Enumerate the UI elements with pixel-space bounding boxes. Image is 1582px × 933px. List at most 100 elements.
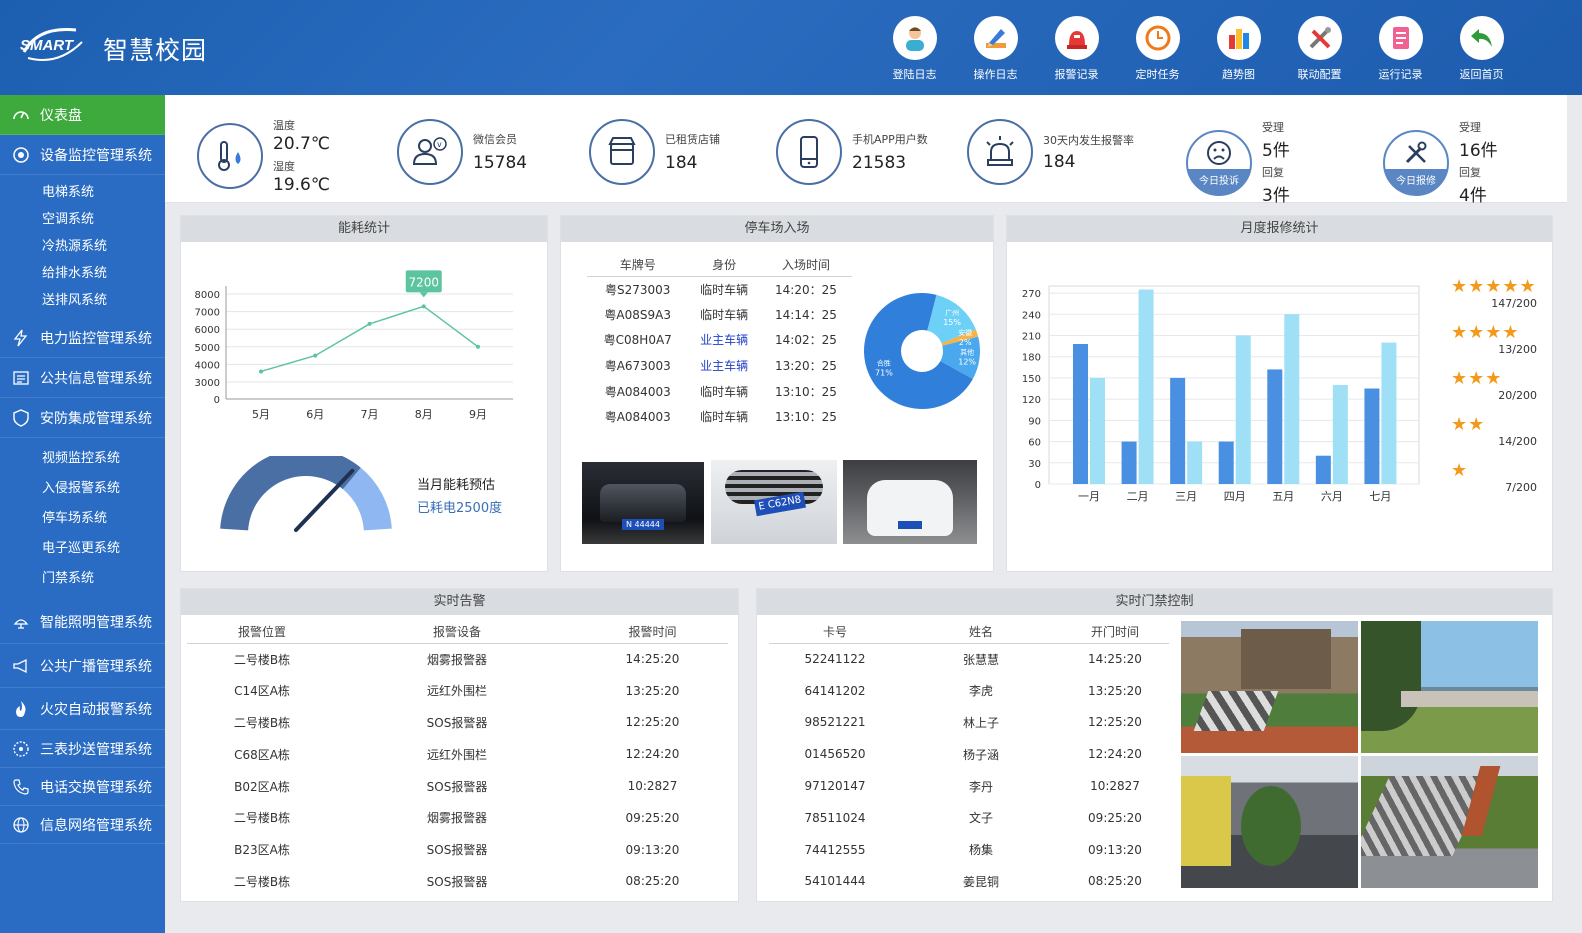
- sidebar-item-meter[interactable]: 三表抄送管理系统: [0, 730, 165, 768]
- table-cell: 二号楼B栋: [233, 652, 291, 667]
- data-point: [421, 304, 426, 309]
- table-row[interactable]: 52241122 张慧慧 14:25:20: [769, 643, 1169, 675]
- col-entry-time: 入场时间: [759, 254, 852, 277]
- nav-run-records[interactable]: 运行记录: [1360, 16, 1441, 82]
- sidebar-subitem-elevator[interactable]: 电梯系统: [0, 179, 165, 206]
- sidebar-subitem-patrol[interactable]: 电子巡更系统: [0, 534, 165, 564]
- nav-linkage-config[interactable]: 联动配置: [1279, 16, 1360, 82]
- rating-row: ★★★★★ 147/200: [1451, 276, 1547, 322]
- sidebar-item-label: 公共广播管理系统: [40, 658, 152, 675]
- camera-feed-2[interactable]: [1361, 621, 1538, 753]
- complaint-badge[interactable]: 今日投诉: [1186, 129, 1252, 196]
- table-cell: 09:13:20: [625, 842, 680, 857]
- car-photo-1[interactable]: N 44444: [582, 462, 704, 544]
- shop-icon: [589, 119, 655, 185]
- return-arrow-icon: [1459, 16, 1504, 60]
- sidebar-subitem-heat-source[interactable]: 冷热源系统: [0, 233, 165, 260]
- table-row[interactable]: C68区A栋 远红外围栏 12:24:20: [187, 738, 728, 770]
- table-cell: SOS报警器: [426, 715, 488, 730]
- sidebar-subitem-video[interactable]: 视频监控系统: [0, 444, 165, 474]
- table-cell: 14:25:20: [625, 652, 680, 667]
- table-row[interactable]: 64141202 李虎 13:25:20: [769, 675, 1169, 707]
- bar: [1121, 441, 1137, 484]
- table-row[interactable]: 74412555 杨集 09:13:20: [769, 834, 1169, 866]
- table-row[interactable]: 54101444 姜昆铜 08:25:20: [769, 866, 1169, 898]
- repair-badge[interactable]: 今日报修: [1383, 129, 1449, 196]
- sidebar-subitem-ventilation[interactable]: 送排风系统: [0, 287, 165, 314]
- globe-icon: [11, 815, 31, 835]
- col-name: 姓名: [901, 621, 1061, 644]
- nav-scheduled-tasks[interactable]: 定时任务: [1117, 16, 1198, 82]
- nav-alarm-records[interactable]: 报警记录: [1036, 16, 1117, 82]
- x-tick-label: 8月: [415, 408, 433, 421]
- table-row[interactable]: 粤A084003 临时车辆 13:10：25: [587, 378, 852, 404]
- app-users-value: 21583: [852, 153, 907, 173]
- table-cell: 12:25:20: [1088, 715, 1142, 730]
- nav-trend-chart[interactable]: 趋势图: [1198, 16, 1279, 82]
- nav-label: 定时任务: [1135, 68, 1180, 81]
- pencil-icon: [973, 16, 1018, 60]
- table-row[interactable]: 98521221 林上子 12:25:20: [769, 707, 1169, 739]
- sidebar-item-network[interactable]: 信息网络管理系统: [0, 806, 165, 844]
- table-row[interactable]: 二号楼B栋 烟雾报警器 09:25:20: [187, 802, 728, 834]
- table-row[interactable]: 粤C08H0A7 业主车辆 14:02：25: [587, 327, 852, 353]
- sidebar-item-fire[interactable]: 火灾自动报警系统: [0, 688, 165, 730]
- energy-line-chart: 0 3000 4000 5000 6000 7000 8000 5月 6月 7月 8月 9月 7200: [195, 270, 513, 421]
- table-cell: 08:25:20: [625, 874, 680, 889]
- table-cell: 粤A673003: [604, 359, 671, 374]
- table-row[interactable]: 二号楼B栋 SOS报警器 08:25:20: [187, 866, 728, 898]
- sidebar-subitem-intrusion[interactable]: 入侵报警系统: [0, 474, 165, 504]
- sidebar-subitem-access[interactable]: 门禁系统: [0, 564, 165, 594]
- sidebar-subitem-parking[interactable]: 停车场系统: [0, 504, 165, 534]
- sidebar-item-phone[interactable]: 电话交换管理系统: [0, 768, 165, 806]
- table-row[interactable]: B23区A栋 SOS报警器 09:13:20: [187, 834, 728, 866]
- table-row[interactable]: C14区A栋 远红外围栏 13:25:20: [187, 675, 728, 707]
- y-tick-label: 5000: [195, 343, 220, 354]
- table-row[interactable]: 粤A08S9A3 临时车辆 14:14：25: [587, 302, 852, 328]
- table-row[interactable]: 二号楼B栋 SOS报警器 12:25:20: [187, 707, 728, 739]
- table-row[interactable]: 78511024 文子 09:25:20: [769, 802, 1169, 834]
- humidity-label: 湿度: [273, 160, 295, 173]
- table-cell: 10:2827: [1090, 779, 1140, 794]
- table-cell: 临时车辆: [700, 282, 749, 297]
- nav-return-home[interactable]: 返回首页: [1441, 16, 1522, 82]
- sidebar-subitem-aircon[interactable]: 空调系统: [0, 206, 165, 233]
- camera-feed-4[interactable]: [1361, 756, 1538, 888]
- sidebar-subitem-water[interactable]: 给排水系统: [0, 260, 165, 287]
- sidebar-item-broadcast[interactable]: 公共广播管理系统: [0, 644, 165, 688]
- bar: [1284, 314, 1300, 484]
- sidebar-item-lighting[interactable]: 智能照明管理系统: [0, 600, 165, 644]
- col-card-no: 卡号: [769, 621, 901, 644]
- users-icon: v: [397, 119, 463, 185]
- table-row[interactable]: 粤A673003 业主车辆 13:20：25: [587, 353, 852, 379]
- gauge-title: 当月能耗预估: [417, 478, 496, 493]
- table-row[interactable]: 二号楼B栋 烟雾报警器 14:25:20: [187, 643, 728, 675]
- table-row[interactable]: 粤S273003 临时车辆 14:20：25: [587, 276, 852, 302]
- y-tick-label: 3000: [195, 378, 220, 389]
- table-row[interactable]: 粤A084003 临时车辆 13:10：25: [587, 404, 852, 430]
- sidebar-item-dashboard[interactable]: 仪表盘: [0, 95, 165, 135]
- car-photo-2[interactable]: E C62N8: [711, 460, 837, 544]
- stat-temp-humidity: 温度 20.7℃ 湿度 19.6℃: [197, 117, 330, 195]
- nav-login-log[interactable]: 登陆日志: [874, 16, 955, 82]
- camera-feed-3[interactable]: [1181, 756, 1358, 888]
- sidebar-item-info[interactable]: 公共信息管理系统: [0, 358, 165, 398]
- camera-feed-1[interactable]: [1181, 621, 1358, 753]
- nav-operation-log[interactable]: 操作日志: [955, 16, 1036, 82]
- nav-label: 登陆日志: [892, 68, 937, 81]
- sidebar-item-power[interactable]: 电力监控管理系统: [0, 318, 165, 358]
- sidebar-item-security[interactable]: 安防集成管理系统: [0, 398, 165, 438]
- alarm-panel: 实时告警 报警位置 报警设备 报警时间 二号楼B栋 烟雾报警器 14:25:20 C1…: [180, 588, 739, 902]
- slice-value: 2%: [959, 338, 972, 347]
- col-alarm-location: 报警位置: [187, 621, 337, 644]
- table-row[interactable]: 01456520 杨子涵 12:24:20: [769, 738, 1169, 770]
- stat-wechat-members: v 微信会员 15784: [397, 119, 527, 185]
- access-table: 卡号 姓名 开门时间 52241122 张慧慧 14:25:20 64141202 李虎…: [769, 621, 1169, 897]
- sidebar-item-device-monitor[interactable]: 设备监控管理系统: [0, 135, 165, 175]
- table-row[interactable]: B02区A栋 SOS报警器 10:2827: [187, 770, 728, 802]
- table-cell: 13:25:20: [1088, 683, 1142, 698]
- car-photo-3[interactable]: [843, 460, 977, 544]
- sidebar: 仪表盘 设备监控管理系统 电梯系统 空调系统 冷热源系统 给排水系统 送排风系统…: [0, 95, 165, 933]
- stats-bar: 温度 20.7℃ 湿度 19.6℃ v 微信会员 15784 已租赁店铺 184 手机AP…: [165, 95, 1567, 206]
- table-row[interactable]: 97120147 李丹 10:2827: [769, 770, 1169, 802]
